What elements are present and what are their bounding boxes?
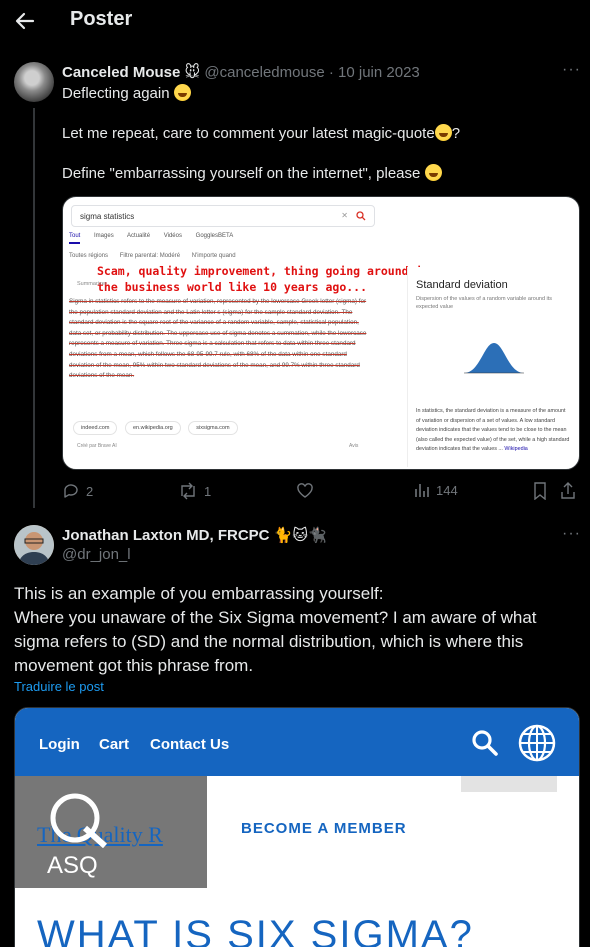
search-input: sigma statistics ✕ [71,205,375,227]
post-text-line: Where you unaware of the Six Sigma movem… [14,608,537,675]
summarizer-label: Summarizer [77,281,107,287]
banner-placeholder [461,776,557,792]
tweet-text-line: Deflecting again [62,84,572,104]
text-span: ? [451,125,461,142]
page-headline: WHAT IS SIX SIGMA? [37,913,474,947]
author-emoji: 🐭 [184,64,201,81]
back-button[interactable] [12,9,38,33]
page-title: Poster [70,8,133,30]
panel-subtitle: Dispersion of the values of a random var… [416,296,553,310]
asq-logo: The Quality R ASQ [15,776,207,888]
tweet-text-line: Define "embarrassing yourself on the int… [62,164,572,184]
tab-videos: Vidéos [163,233,182,239]
post-text-line: This is an example of you embarrassing y… [14,584,384,603]
nav-login: Login [39,736,80,753]
attached-image[interactable]: sigma statistics ✕ Tout Images Actualité… [62,196,580,470]
search-tabs: Tout Images Actualité Vidéos GogglesBETA [69,233,245,244]
bell-curve-icon [464,343,524,374]
view-count: 144 [436,482,458,498]
attached-image[interactable]: Login Cart Contact Us The Quality R ASQ … [14,707,580,947]
feedback-label: Avis [349,443,359,449]
views-icon [415,484,429,497]
filter-safe: Filtre parental: Modéré [119,253,181,259]
arrow-left-icon [15,12,35,30]
reply-button[interactable]: 2 [62,482,93,500]
views-button[interactable]: 144 [414,482,458,498]
heart-icon [297,483,313,498]
tab-images: Images [94,233,114,239]
translate-link[interactable]: Traduire le post [14,679,104,694]
q-logo-icon [50,793,108,848]
become-member-link: BECOME A MEMBER [241,820,407,837]
action-bar: 2 1 144 [62,482,580,502]
logo-text: ASQ [47,852,98,879]
ai-footnote: Créé par Brave AI [77,443,117,449]
tweet-header: Canceled Mouse 🐭 @canceledmouse · 10 jui… [62,63,420,81]
post-date[interactable]: 10 juin 2023 [338,64,420,81]
more-options-button[interactable]: ··· [562,525,582,545]
text-span: Let me repeat, care to comment your late… [62,125,435,142]
source-chip: indeed.com [73,421,118,435]
tab-tout: Tout [69,233,81,244]
repost-count: 1 [204,483,212,499]
repost-button[interactable]: 1 [178,482,211,500]
panel-desc-text: In statistics, the standard deviation is… [416,408,570,453]
author-name[interactable]: Canceled Mouse [62,64,180,81]
reply-icon [64,484,78,498]
reply-count: 2 [86,483,94,499]
tab-goggles: GogglesBETA [195,233,234,239]
summary-text: Sigma in statistics refers to the measur… [69,298,367,380]
source-chip: en.wikipedia.org [124,421,181,435]
text-span: Deflecting again [62,85,170,102]
bookmark-button[interactable] [532,482,548,500]
clear-icon: ✕ [341,211,348,220]
knowledge-panel: Standard deviation Dispersion of the val… [407,267,573,467]
source-list: indeed.com en.wikipedia.org sixsigma.com [73,421,244,435]
more-options-button[interactable]: ··· [562,61,582,81]
panel-link: Wikipedia [504,446,528,453]
post-text: This is an example of you embarrassing y… [14,582,580,678]
author-handle[interactable]: @canceledmouse [204,64,324,81]
dot-separator: · [328,64,334,81]
laughing-emoji-icon [434,124,452,141]
author-line: Jonathan Laxton MD, FRCPC 🐈🐱🐈‍⬛ [62,526,327,544]
thread-connector [33,108,35,508]
globe-icon [518,724,556,762]
search-filters: Toutes régions Filtre parental: Modéré N… [69,253,246,259]
filter-time: N'importe quand [191,253,236,259]
nav-cart: Cart [99,736,130,753]
handwritten-annotation: Scam, quality improvement, thing going a… [97,264,430,294]
share-button[interactable] [560,482,576,500]
share-icon [561,482,575,499]
repost-icon [181,482,195,500]
panel-title: Standard deviation [416,279,508,291]
search-query: sigma statistics [80,212,135,221]
search-icon [356,211,366,221]
filter-region: Toutes régions [69,253,109,259]
site-navbar: Login Cart Contact Us [15,708,579,776]
tweet-text-line: Let me repeat, care to comment your late… [62,124,572,144]
grin-emoji-icon [173,84,191,101]
avatar[interactable] [14,62,54,102]
avatar[interactable] [14,525,54,565]
tab-actualite: Actualité [127,233,151,239]
bookmark-icon [534,482,546,500]
author-handle[interactable]: @dr_jon_l [62,546,131,563]
grin-emoji-icon [424,164,442,181]
nav-contact: Contact Us [150,736,230,753]
source-chip: sixsigma.com [188,421,238,435]
search-icon [472,730,498,756]
author-name[interactable]: Jonathan Laxton MD, FRCPC [62,527,270,544]
top-bar: Poster [0,0,590,42]
text-span: Define "embarrassing yourself on the int… [62,165,421,182]
like-button[interactable] [296,482,320,500]
panel-description: In statistics, the standard deviation is… [416,407,570,455]
person-photo-icon [14,525,54,565]
author-emojis: 🐈🐱🐈‍⬛ [273,527,327,544]
